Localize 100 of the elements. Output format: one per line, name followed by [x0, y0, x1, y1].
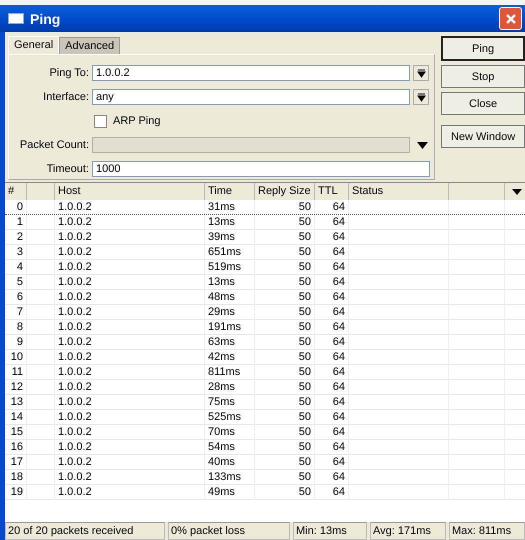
table-cell: 50: [255, 365, 315, 379]
table-cell: 3: [5, 245, 27, 259]
table-row[interactable]: 3 1.0.0.2 651ms 50 64: [5, 245, 525, 260]
table-row[interactable]: 17 1.0.0.2 40ms 50 64: [5, 455, 525, 470]
column-header[interactable]: Time: [205, 183, 255, 200]
interface-field[interactable]: any: [92, 89, 410, 105]
table-row[interactable]: 12 1.0.0.2 28ms 50 64: [5, 380, 525, 395]
table-cell: 50: [255, 200, 315, 214]
status-field: Min: 13ms: [293, 522, 367, 540]
table-cell: 64: [315, 455, 349, 469]
table-cell: 64: [315, 350, 349, 364]
table-cell: 1.0.0.2: [55, 365, 205, 379]
tab[interactable]: General: [8, 36, 60, 54]
action-button[interactable]: New Window: [441, 125, 525, 148]
table-cell: 19: [5, 485, 27, 499]
table-cell: 1.0.0.2: [55, 410, 205, 424]
table-cell: 1.0.0.2: [55, 275, 205, 289]
field-label: Packet Count:: [18, 139, 90, 151]
table-cell: 1.0.0.2: [55, 200, 205, 214]
table-cell: 1.0.0.2: [55, 305, 205, 319]
table-cell: 64: [315, 275, 349, 289]
table-cell: 11: [5, 365, 27, 379]
close-icon: [504, 12, 518, 26]
table-row[interactable]: 5 1.0.0.2 13ms 50 64: [5, 275, 525, 290]
table-cell: 12: [5, 380, 27, 394]
table-row[interactable]: 6 1.0.0.2 48ms 50 64: [5, 290, 525, 305]
table-cell: 64: [315, 470, 349, 484]
table-cell: 133ms: [205, 470, 255, 484]
table-row[interactable]: 18 1.0.0.2 133ms 50 64: [5, 470, 525, 485]
table-row[interactable]: 8 1.0.0.2 191ms 50 64: [5, 320, 525, 335]
table-cell: 50: [255, 215, 315, 229]
table-row[interactable]: 14 1.0.0.2 525ms 50 64: [5, 410, 525, 425]
table-cell: 64: [315, 290, 349, 304]
table-row[interactable]: 7 1.0.0.2 29ms 50 64: [5, 305, 525, 320]
table-cell: 64: [315, 230, 349, 244]
column-header[interactable]: Reply Size: [255, 183, 315, 200]
table-row[interactable]: 13 1.0.0.2 75ms 50 64: [5, 395, 525, 410]
table-cell: 1.0.0.2: [55, 260, 205, 274]
table-cell: 50: [255, 380, 315, 394]
table-row[interactable]: 0 1.0.0.2 31ms 50 64: [5, 200, 525, 215]
table-cell: 17: [5, 455, 27, 469]
table-cell: 75ms: [205, 395, 255, 409]
table-cell: 4: [5, 260, 27, 274]
column-menu-icon[interactable]: [512, 188, 522, 194]
close-button[interactable]: [499, 7, 522, 30]
table-row[interactable]: 2 1.0.0.2 39ms 50 64: [5, 230, 525, 245]
dropdown-arrow-icon[interactable]: [417, 142, 428, 148]
table-cell: 0: [5, 200, 27, 214]
dropdown-button[interactable]: [413, 89, 429, 105]
column-header[interactable]: TTL: [315, 183, 349, 200]
table-row[interactable]: 1 1.0.0.2 13ms 50 64: [5, 215, 525, 230]
table-cell: 50: [255, 320, 315, 334]
table-cell: 39ms: [205, 230, 255, 244]
column-header[interactable]: Host: [55, 183, 205, 200]
table-cell: 1: [5, 215, 27, 229]
table-cell: 64: [315, 215, 349, 229]
column-header[interactable]: Status: [349, 183, 449, 200]
ping-to-field[interactable]: 1.0.0.2: [92, 65, 410, 81]
table-cell: 48ms: [205, 290, 255, 304]
action-button[interactable]: Ping: [441, 36, 525, 61]
table-row[interactable]: 16 1.0.0.2 54ms 50 64: [5, 440, 525, 455]
table-cell: 50: [255, 335, 315, 349]
table-cell: 50: [255, 230, 315, 244]
table-cell: 40ms: [205, 455, 255, 469]
table-row[interactable]: 19 1.0.0.2 49ms 50 64: [5, 485, 525, 500]
table-cell: 191ms: [205, 320, 255, 334]
status-field: Avg: 171ms: [370, 522, 446, 540]
table-cell: 811ms: [205, 365, 255, 379]
window-title: Ping: [30, 10, 62, 26]
window-icon: [8, 13, 24, 24]
dropdown-button[interactable]: [413, 65, 429, 81]
table-cell: 10: [5, 350, 27, 364]
table-cell: 50: [255, 410, 315, 424]
table-cell: 64: [315, 440, 349, 454]
table-row[interactable]: 4 1.0.0.2 519ms 50 64: [5, 260, 525, 275]
table-cell: 50: [255, 425, 315, 439]
table-cell: 50: [255, 305, 315, 319]
action-button[interactable]: Stop: [441, 65, 525, 88]
action-button[interactable]: Close: [441, 92, 525, 115]
field-label: Ping To:: [48, 67, 90, 79]
tab[interactable]: Advanced: [59, 37, 120, 54]
table-cell: 1.0.0.2: [55, 455, 205, 469]
checkbox[interactable]: [94, 114, 107, 128]
table-cell: 15: [5, 425, 27, 439]
table-cell: 1.0.0.2: [55, 320, 205, 334]
table-row[interactable]: 15 1.0.0.2 70ms 50 64: [5, 425, 525, 440]
table-cell: 64: [315, 305, 349, 319]
table-cell: 1.0.0.2: [55, 215, 205, 229]
timeout-field[interactable]: 1000: [92, 161, 430, 177]
table-row[interactable]: 11 1.0.0.2 811ms 50 64: [5, 365, 525, 380]
status-field: Max: 811ms: [449, 522, 525, 540]
table-cell: 1.0.0.2: [55, 425, 205, 439]
table-row[interactable]: 10 1.0.0.2 42ms 50 64: [5, 350, 525, 365]
table-cell: 14: [5, 410, 27, 424]
table-cell: 28ms: [205, 380, 255, 394]
column-header[interactable]: #: [5, 183, 27, 200]
table-cell: 1.0.0.2: [55, 440, 205, 454]
field-label: Interface:: [42, 91, 90, 103]
table-row[interactable]: 9 1.0.0.2 63ms 50 64: [5, 335, 525, 350]
table-cell: 13ms: [205, 275, 255, 289]
